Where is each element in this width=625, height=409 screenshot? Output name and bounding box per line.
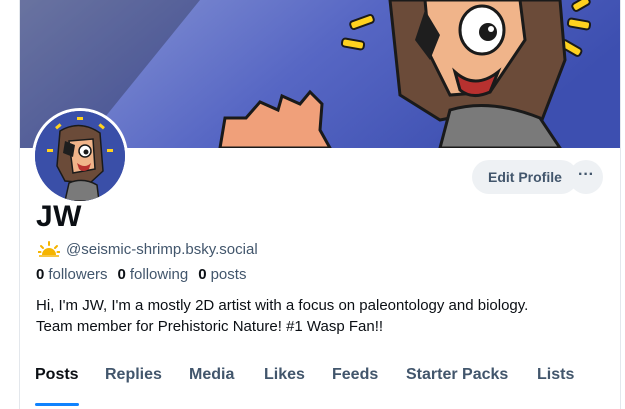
followers-stat[interactable]: 0 followers: [36, 266, 108, 283]
user-handle[interactable]: @seismic-shrimp.bsky.social: [66, 241, 258, 258]
tab-likes[interactable]: Likes: [264, 366, 305, 402]
tab-label: Posts: [35, 366, 79, 383]
tab-lists[interactable]: Lists: [537, 366, 574, 402]
tab-feeds[interactable]: Feeds: [332, 366, 378, 402]
tab-label: Media: [189, 366, 235, 383]
followers-label: followers: [48, 266, 108, 283]
tab-replies[interactable]: Replies: [105, 366, 162, 402]
tab-posts[interactable]: Posts: [35, 366, 79, 406]
tab-label: Starter Packs: [406, 366, 509, 383]
profile-page: Edit Profile ··· JW @seismic-shrimp.bsky…: [19, 0, 621, 409]
tab-media[interactable]: Media: [189, 366, 234, 402]
tab-label: Feeds: [332, 366, 379, 383]
following-stat[interactable]: 0 following: [118, 266, 189, 283]
followers-count: 0: [36, 266, 45, 283]
tab-label: Likes: [264, 366, 305, 383]
display-name: JW: [36, 200, 82, 233]
handle-row: @seismic-shrimp.bsky.social: [38, 239, 258, 259]
following-count: 0: [117, 266, 126, 283]
edit-profile-button[interactable]: Edit Profile: [472, 160, 578, 194]
bio-line: Team member for Prehistoric Nature! #1 W…: [36, 318, 384, 335]
following-label: following: [129, 266, 189, 283]
avatar-art: [35, 111, 125, 201]
posts-count: 0: [198, 266, 207, 283]
sun-icon: [38, 241, 60, 257]
tab-label: Lists: [537, 366, 575, 383]
bio-line: Hi, I'm JW, I'm a mostly 2D artist with …: [36, 297, 529, 314]
posts-stat: 0 posts: [198, 266, 246, 283]
avatar[interactable]: [32, 108, 128, 204]
posts-label: posts: [210, 266, 247, 283]
profile-bio: Hi, I'm JW, I'm a mostly 2D artist with …: [36, 295, 596, 337]
ellipsis-icon: ···: [578, 166, 594, 183]
more-options-button[interactable]: ···: [569, 160, 603, 194]
profile-tabs: Posts Replies Media Likes Feeds Starter …: [20, 356, 620, 409]
profile-stats: 0 followers 0 following 0 posts: [36, 266, 246, 283]
active-tab-indicator: [35, 403, 79, 406]
tab-label: Replies: [105, 366, 162, 383]
tab-starter-packs[interactable]: Starter Packs: [406, 366, 508, 402]
